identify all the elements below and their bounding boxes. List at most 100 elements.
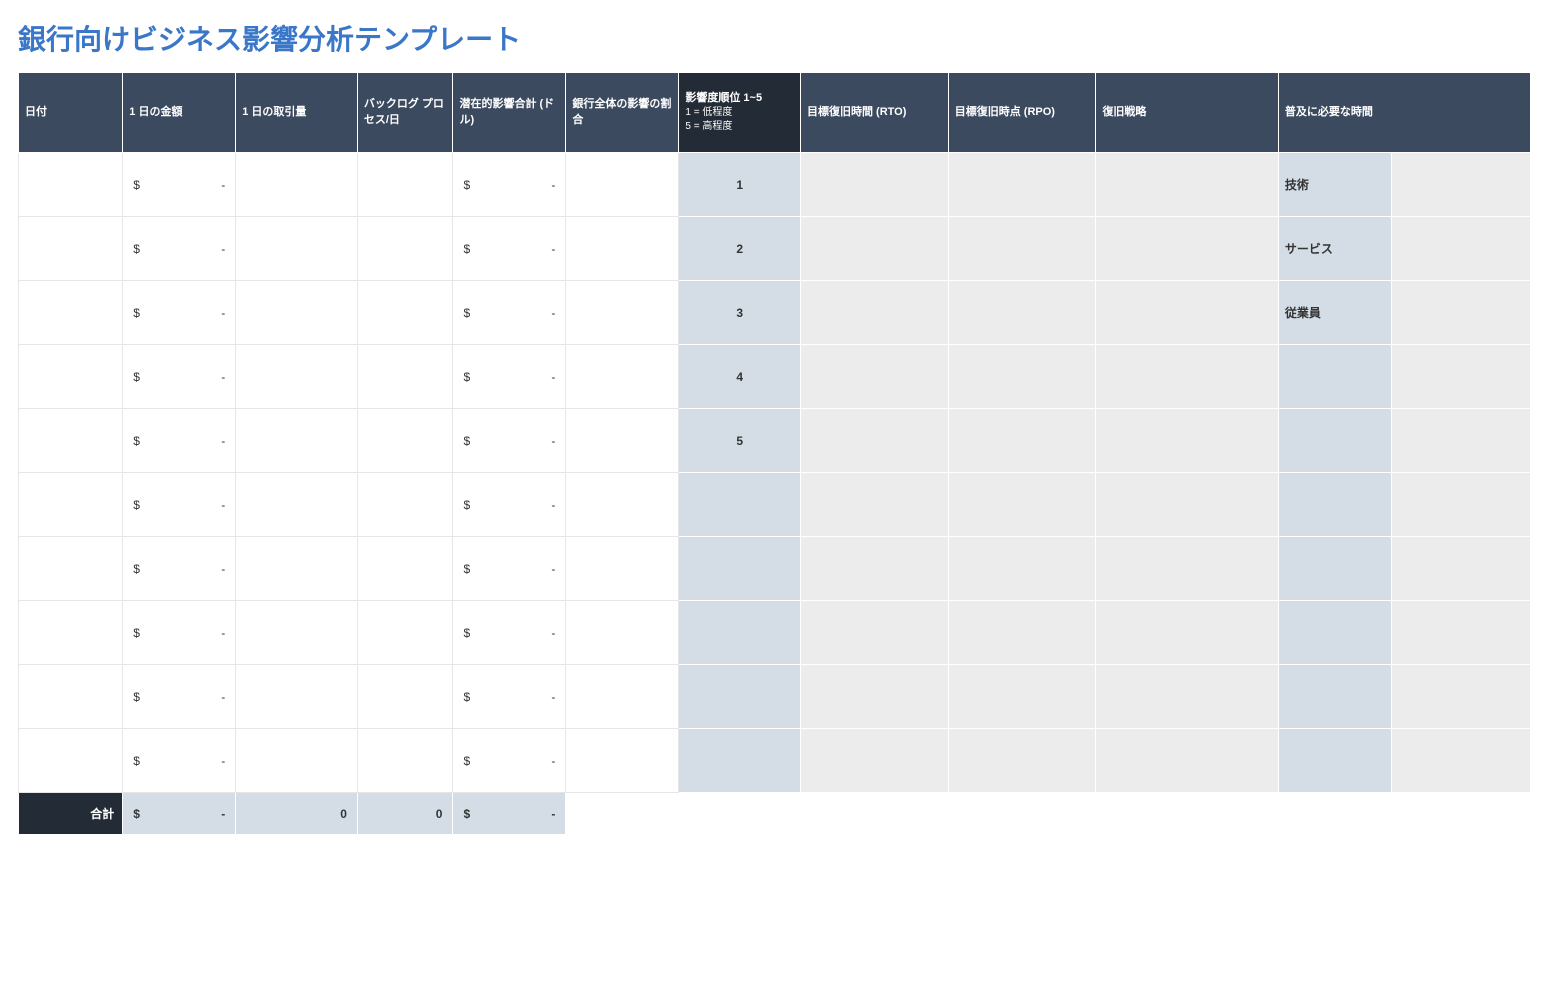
cell-rto[interactable] [801,665,949,729]
cell-rpo[interactable] [948,729,1096,793]
cell-bank-impact-pct[interactable] [566,217,679,281]
cell-bank-impact-pct[interactable] [566,153,679,217]
cell-rpo[interactable] [948,409,1096,473]
cell-time-required-value[interactable] [1391,601,1530,665]
cell-date[interactable] [19,601,123,665]
cell-bank-impact-pct[interactable] [566,601,679,665]
cell-daily-amount[interactable]: $- [123,537,236,601]
cell-rto[interactable] [801,217,949,281]
cell-bank-impact-pct[interactable] [566,409,679,473]
cell-date[interactable] [19,473,123,537]
cell-rpo[interactable] [948,281,1096,345]
cell-rto[interactable] [801,281,949,345]
cell-potential-impact[interactable]: $- [453,217,566,281]
cell-time-required-value[interactable] [1391,409,1530,473]
cell-daily-volume[interactable] [236,473,358,537]
cell-recovery-strategy[interactable] [1096,345,1278,409]
cell-time-required-value[interactable] [1391,537,1530,601]
cell-backlog[interactable] [357,601,453,665]
cell-potential-impact[interactable]: $- [453,473,566,537]
cell-bank-impact-pct[interactable] [566,473,679,537]
cell-daily-volume[interactable] [236,409,358,473]
cell-rto[interactable] [801,409,949,473]
cell-time-required-value[interactable] [1391,729,1530,793]
cell-daily-volume[interactable] [236,281,358,345]
cell-daily-amount[interactable]: $- [123,729,236,793]
cell-date[interactable] [19,537,123,601]
cell-recovery-strategy[interactable] [1096,537,1278,601]
cell-daily-amount[interactable]: $- [123,153,236,217]
cell-rto[interactable] [801,473,949,537]
cell-daily-volume[interactable] [236,217,358,281]
cell-rpo[interactable] [948,153,1096,217]
cell-backlog[interactable] [357,345,453,409]
cell-rpo[interactable] [948,601,1096,665]
cell-date[interactable] [19,729,123,793]
cell-bank-impact-pct[interactable] [566,281,679,345]
cell-rto[interactable] [801,601,949,665]
cell-time-required-value[interactable] [1391,217,1530,281]
cell-potential-impact[interactable]: $- [453,345,566,409]
cell-time-required-value[interactable] [1391,665,1530,729]
cell-rto[interactable] [801,345,949,409]
cell-potential-impact[interactable]: $- [453,281,566,345]
cell-backlog[interactable] [357,217,453,281]
cell-daily-amount[interactable]: $- [123,601,236,665]
cell-backlog[interactable] [357,729,453,793]
cell-rpo[interactable] [948,345,1096,409]
cell-potential-impact[interactable]: $- [453,153,566,217]
cell-recovery-strategy[interactable] [1096,729,1278,793]
cell-backlog[interactable] [357,537,453,601]
cell-potential-impact[interactable]: $- [453,729,566,793]
cell-daily-amount[interactable]: $- [123,473,236,537]
cell-time-required-value[interactable] [1391,153,1530,217]
cell-recovery-strategy[interactable] [1096,665,1278,729]
cell-daily-volume[interactable] [236,537,358,601]
cell-rpo[interactable] [948,473,1096,537]
cell-recovery-strategy[interactable] [1096,473,1278,537]
cell-daily-amount[interactable]: $- [123,345,236,409]
cell-date[interactable] [19,409,123,473]
cell-bank-impact-pct[interactable] [566,665,679,729]
cell-bank-impact-pct[interactable] [566,537,679,601]
cell-daily-volume[interactable] [236,345,358,409]
cell-time-required-value[interactable] [1391,281,1530,345]
cell-recovery-strategy[interactable] [1096,601,1278,665]
cell-date[interactable] [19,665,123,729]
cell-bank-impact-pct[interactable] [566,345,679,409]
cell-backlog[interactable] [357,153,453,217]
cell-date[interactable] [19,345,123,409]
cell-rto[interactable] [801,729,949,793]
cell-potential-impact[interactable]: $- [453,601,566,665]
cell-rpo[interactable] [948,537,1096,601]
cell-backlog[interactable] [357,473,453,537]
cell-daily-volume[interactable] [236,729,358,793]
cell-recovery-strategy[interactable] [1096,217,1278,281]
cell-rto[interactable] [801,537,949,601]
cell-recovery-strategy[interactable] [1096,153,1278,217]
cell-daily-volume[interactable] [236,153,358,217]
cell-potential-impact[interactable]: $- [453,537,566,601]
cell-backlog[interactable] [357,281,453,345]
cell-rpo[interactable] [948,217,1096,281]
cell-daily-amount[interactable]: $- [123,409,236,473]
cell-rpo[interactable] [948,665,1096,729]
cell-recovery-strategy[interactable] [1096,409,1278,473]
cell-potential-impact[interactable]: $- [453,409,566,473]
cell-backlog[interactable] [357,409,453,473]
cell-daily-amount[interactable]: $- [123,217,236,281]
cell-recovery-strategy[interactable] [1096,281,1278,345]
cell-date[interactable] [19,281,123,345]
cell-date[interactable] [19,217,123,281]
cell-daily-volume[interactable] [236,665,358,729]
cell-time-required-value[interactable] [1391,473,1530,537]
cell-date[interactable] [19,153,123,217]
cell-bank-impact-pct[interactable] [566,729,679,793]
cell-rto[interactable] [801,153,949,217]
cell-potential-impact[interactable]: $- [453,665,566,729]
cell-daily-amount[interactable]: $- [123,281,236,345]
cell-time-required-value[interactable] [1391,345,1530,409]
cell-backlog[interactable] [357,665,453,729]
cell-daily-volume[interactable] [236,601,358,665]
cell-daily-amount[interactable]: $- [123,665,236,729]
